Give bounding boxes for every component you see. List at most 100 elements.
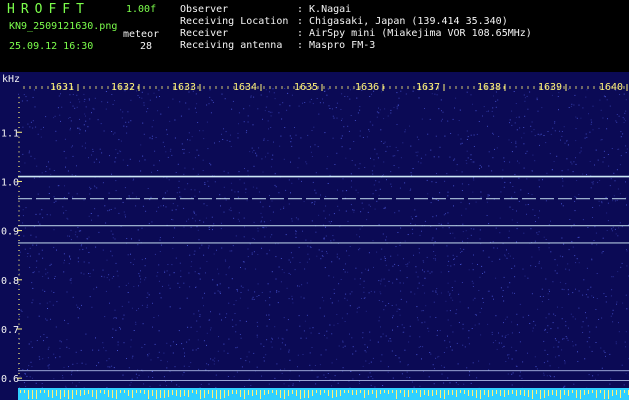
floor-tick	[408, 390, 409, 397]
noise-speck	[207, 180, 209, 182]
noise-speck	[418, 346, 420, 348]
noise-speck	[251, 298, 253, 300]
noise-speck	[501, 177, 503, 179]
noise-speck	[625, 373, 627, 375]
noise-speck	[310, 98, 312, 100]
noise-speck	[463, 248, 465, 250]
noise-speck	[480, 196, 482, 198]
noise-speck	[312, 327, 314, 329]
noise-speck	[410, 223, 412, 224]
noise-speck	[399, 361, 401, 363]
noise-speck	[472, 282, 474, 284]
noise-speck	[246, 356, 248, 358]
noise-speck	[236, 289, 238, 291]
noise-speck	[123, 211, 125, 213]
noise-speck	[530, 125, 532, 127]
noise-speck	[166, 133, 168, 135]
noise-speck	[306, 261, 308, 263]
floor-tick	[600, 390, 601, 393]
noise-speck	[259, 201, 261, 203]
noise-speck	[379, 316, 381, 318]
noise-speck	[174, 227, 176, 229]
noise-speck	[361, 272, 363, 274]
noise-speck	[601, 367, 603, 369]
noise-speck	[482, 250, 484, 252]
noise-speck	[421, 230, 422, 232]
noise-speck	[271, 346, 273, 348]
noise-speck	[374, 386, 376, 388]
noise-speck	[384, 256, 386, 258]
noise-speck	[393, 107, 395, 108]
noise-speck	[283, 206, 285, 208]
noise-speck	[512, 186, 514, 187]
noise-speck	[435, 215, 437, 217]
noise-speck	[612, 313, 614, 315]
noise-speck	[431, 181, 433, 183]
noise-speck	[461, 183, 463, 185]
noise-speck	[90, 213, 92, 214]
noise-speck	[110, 250, 112, 252]
noise-speck	[23, 94, 25, 96]
noise-speck	[208, 383, 210, 385]
noise-speck	[509, 119, 511, 121]
noise-speck	[538, 231, 540, 233]
noise-speck	[358, 167, 360, 169]
noise-speck	[137, 95, 139, 96]
noise-speck	[516, 210, 517, 212]
noise-speck	[35, 126, 37, 128]
noise-speck	[254, 291, 256, 293]
noise-speck	[502, 169, 504, 171]
noise-speck	[487, 290, 489, 292]
noise-speck	[278, 266, 280, 268]
noise-speck	[559, 281, 561, 283]
noise-speck	[567, 263, 569, 265]
noise-speck	[580, 150, 582, 152]
noise-speck	[453, 159, 455, 161]
noise-speck	[564, 363, 566, 365]
noise-speck	[106, 360, 108, 362]
noise-speck	[338, 345, 340, 347]
noise-speck	[277, 302, 279, 304]
noise-speck	[70, 146, 72, 148]
noise-speck	[89, 118, 91, 120]
noise-speck	[613, 172, 615, 174]
noise-speck	[595, 232, 597, 234]
noise-speck	[456, 309, 458, 311]
noise-speck	[321, 296, 323, 298]
noise-speck	[534, 160, 536, 162]
noise-speck	[527, 277, 529, 279]
noise-speck	[130, 120, 132, 122]
noise-speck	[258, 191, 260, 193]
noise-speck	[620, 136, 622, 138]
noise-speck	[171, 154, 173, 156]
noise-speck	[487, 196, 489, 198]
noise-speck	[56, 249, 57, 251]
noise-speck	[550, 133, 552, 135]
noise-speck	[330, 298, 332, 300]
noise-speck	[68, 117, 69, 119]
noise-speck	[549, 375, 551, 376]
noise-speck	[190, 326, 192, 328]
noise-speck	[410, 216, 412, 218]
noise-speck	[72, 145, 73, 147]
noise-speck	[70, 239, 72, 241]
noise-speck	[526, 178, 528, 180]
noise-speck	[215, 387, 217, 389]
noise-speck	[626, 308, 628, 310]
noise-speck	[450, 325, 452, 327]
noise-speck	[374, 208, 376, 210]
noise-speck	[359, 109, 361, 111]
noise-speck	[256, 187, 258, 189]
noise-speck	[575, 197, 577, 198]
noise-speck	[314, 365, 316, 366]
noise-speck	[421, 118, 423, 120]
noise-speck	[228, 338, 230, 340]
noise-speck	[137, 369, 139, 371]
antenna-label: Receiving antenna	[180, 40, 283, 51]
noise-speck	[503, 276, 505, 278]
noise-speck	[127, 111, 129, 113]
noise-speck	[602, 251, 604, 252]
floor-tick	[148, 390, 149, 399]
noise-speck	[94, 186, 96, 188]
noise-speck	[281, 118, 283, 120]
